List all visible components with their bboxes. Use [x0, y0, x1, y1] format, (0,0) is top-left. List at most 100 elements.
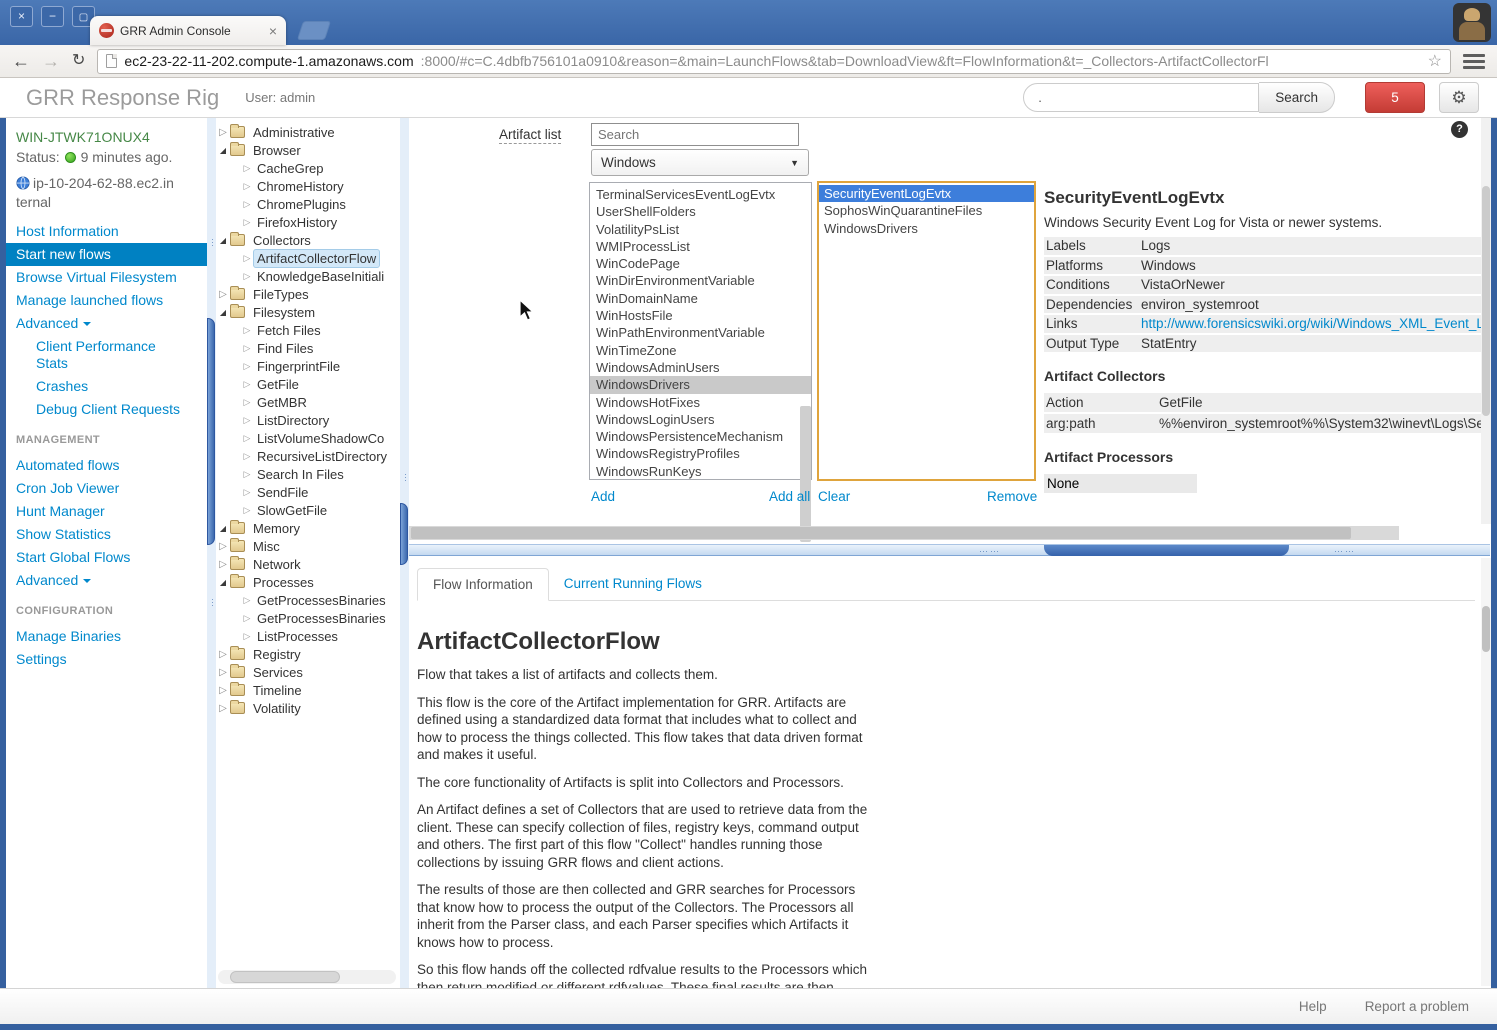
tree-expander-icon[interactable] [240, 613, 254, 624]
client-hostname[interactable]: WIN-JTWK71ONUX4 [16, 129, 207, 145]
sidebar-nav-item[interactable]: Manage launched flows [16, 289, 207, 312]
sidebar-nav-item[interactable]: Show Statistics [16, 523, 207, 546]
tree-node[interactable]: Search In Files [216, 465, 400, 483]
tree-node[interactable]: ArtifactCollectorFlow [216, 249, 400, 267]
browser-menu-icon[interactable] [1463, 54, 1485, 69]
tree-expander-icon[interactable] [240, 469, 254, 480]
tree-expander-icon[interactable] [240, 379, 254, 390]
sidebar-nav-item[interactable]: Client Performance Stats [16, 335, 207, 375]
help-icon[interactable] [1451, 121, 1468, 138]
tab-close-icon[interactable] [269, 23, 277, 39]
tree-node[interactable]: Services [216, 663, 400, 681]
sidebar-nav-item[interactable]: Crashes [16, 375, 207, 398]
tree-expander-icon[interactable] [240, 415, 254, 426]
tree-node[interactable]: Administrative [216, 123, 400, 141]
artifact-option[interactable]: WinHostsFile [590, 307, 811, 324]
tree-node[interactable]: Filesystem [216, 303, 400, 321]
back-button[interactable] [12, 52, 30, 70]
tree-scroll-thumb[interactable] [230, 971, 340, 983]
minimize-window-button[interactable] [41, 6, 64, 27]
clear-button[interactable]: Clear [818, 489, 850, 504]
tree-expander-icon[interactable] [216, 667, 230, 678]
tree-expander-icon[interactable] [216, 649, 230, 660]
tree-node[interactable]: ListProcesses [216, 627, 400, 645]
sidebar-nav-item[interactable]: Start Global Flows [16, 546, 207, 569]
tree-node[interactable]: KnowledgeBaseInitiali [216, 267, 400, 285]
notification-count-button[interactable]: 5 [1365, 82, 1425, 113]
splitter-handle[interactable] [207, 318, 215, 545]
tree-expander-icon[interactable] [240, 451, 254, 462]
sidebar-nav-item[interactable]: Cron Job Viewer [16, 477, 207, 500]
picker-horizontal-scrollbar[interactable] [409, 526, 1399, 540]
tree-node[interactable]: Network [216, 555, 400, 573]
tree-node[interactable]: Collectors [216, 231, 400, 249]
bookmark-star-icon[interactable] [1428, 51, 1442, 71]
sidebar-nav-item[interactable]: Host Information [16, 220, 207, 243]
url-bar[interactable]: ec2-23-22-11-202.compute-1.amazonaws.com… [97, 49, 1451, 74]
artifact-option[interactable]: WinDomainName [590, 290, 811, 307]
flow-vertical-scrollbar[interactable] [1481, 558, 1491, 986]
flow-tab[interactable]: Current Running Flows [549, 568, 717, 601]
tree-node[interactable]: ChromeHistory [216, 177, 400, 195]
tree-node[interactable]: Memory [216, 519, 400, 537]
tree-node[interactable]: ListVolumeShadowCo [216, 429, 400, 447]
tree-expander-icon[interactable] [240, 181, 254, 192]
tree-expander-icon[interactable] [240, 163, 254, 174]
tree-node[interactable]: FirefoxHistory [216, 213, 400, 231]
sidebar-nav-item[interactable]: Manage Binaries [16, 625, 207, 648]
settings-gear-icon[interactable] [1439, 82, 1479, 113]
sidebar-nav-item[interactable]: Settings [16, 648, 207, 671]
tree-node[interactable]: GetProcessesBinaries [216, 609, 400, 627]
tree-node[interactable]: GetMBR [216, 393, 400, 411]
tree-expander-icon[interactable] [216, 127, 230, 138]
horizontal-splitter[interactable] [409, 544, 1490, 556]
tree-node[interactable]: ListDirectory [216, 411, 400, 429]
artifact-option[interactable]: UserShellFolders [590, 203, 811, 220]
reload-button[interactable] [72, 53, 85, 69]
tree-expander-icon[interactable] [216, 559, 230, 570]
tree-expander-icon[interactable] [240, 397, 254, 408]
tree-horizontal-scrollbar[interactable] [218, 970, 396, 984]
info-vertical-scrollbar[interactable] [1481, 118, 1491, 524]
artifact-option[interactable]: WindowsAdminUsers [590, 359, 811, 376]
flow-scroll-thumb[interactable] [1482, 606, 1490, 652]
report-problem-link[interactable]: Report a problem [1365, 999, 1469, 1014]
artifact-search-input[interactable] [591, 123, 799, 146]
splitter-handle[interactable] [1044, 545, 1289, 556]
tree-node[interactable]: ChromePlugins [216, 195, 400, 213]
tree-node[interactable]: Browser [216, 141, 400, 159]
tree-expander-icon[interactable] [240, 433, 254, 444]
available-artifacts-list[interactable]: TerminalServicesEventLogEvtxUserShellFol… [589, 182, 812, 480]
tree-expander-icon[interactable] [240, 487, 254, 498]
info-scroll-thumb[interactable] [1482, 186, 1490, 416]
tree-expander-icon[interactable] [240, 343, 254, 354]
artifact-list-scroll-thumb[interactable] [800, 406, 811, 542]
tree-node[interactable]: SendFile [216, 483, 400, 501]
tree-node[interactable]: FingerprintFile [216, 357, 400, 375]
sidebar-nav-item[interactable]: Advanced [16, 312, 207, 335]
tree-expander-icon[interactable] [216, 685, 230, 696]
tree-expander-icon[interactable] [240, 505, 254, 516]
tree-expander-icon[interactable] [240, 217, 254, 228]
artifact-option[interactable]: TerminalServicesEventLogEvtx [590, 186, 811, 203]
tree-node[interactable]: FileTypes [216, 285, 400, 303]
sidebar-nav-item[interactable]: Advanced [16, 569, 207, 592]
artifact-option[interactable]: WindowsRunKeys [590, 463, 811, 480]
tree-node[interactable]: Find Files [216, 339, 400, 357]
profile-avatar-icon[interactable] [1453, 3, 1491, 42]
tree-expander-icon[interactable] [216, 236, 230, 245]
close-window-button[interactable] [10, 6, 33, 27]
selected-artifact-option[interactable]: SophosWinQuarantineFiles [819, 202, 1034, 219]
tree-expander-icon[interactable] [240, 271, 254, 282]
os-filter-select[interactable]: Windows [591, 149, 809, 176]
artifact-option[interactable]: WinTimeZone [590, 342, 811, 359]
splitter-handle[interactable] [400, 503, 408, 565]
remove-button[interactable]: Remove [987, 489, 1037, 504]
tree-expander-icon[interactable] [216, 146, 230, 155]
tree-splitter[interactable] [400, 118, 409, 988]
tree-expander-icon[interactable] [216, 578, 230, 587]
tree-expander-icon[interactable] [216, 289, 230, 300]
tree-node[interactable]: RecursiveListDirectory [216, 447, 400, 465]
sidebar-splitter[interactable] [207, 118, 216, 988]
tree-expander-icon[interactable] [216, 524, 230, 533]
